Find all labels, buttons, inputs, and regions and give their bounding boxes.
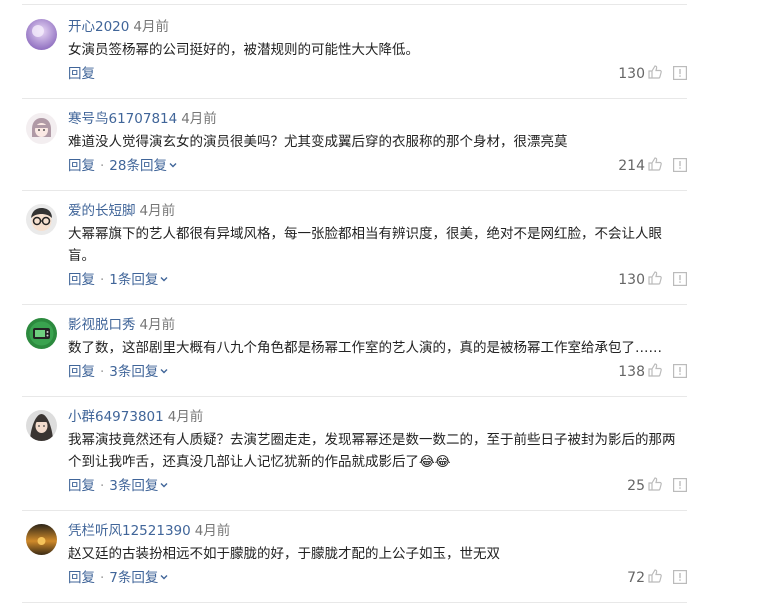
reply-button[interactable]: 回复: [68, 478, 95, 494]
username-link[interactable]: 爱的长短脚: [68, 203, 136, 219]
expand-replies-button[interactable]: 28条回复: [109, 158, 178, 174]
comment-text: 赵又廷的古装扮相远不如于朦胧的好，于朦胧才配的上公子如玉，世无双: [68, 546, 500, 562]
comment-stats: 214: [618, 156, 688, 176]
thumbs-up-icon[interactable]: [647, 64, 663, 84]
comment-text: 数了数，这部剧里大概有八九个角色都是杨幂工作室的艺人演的，真的是被杨幂工作室给承…: [68, 340, 662, 356]
thumbs-up-icon[interactable]: [647, 156, 663, 176]
exclamation-box-icon[interactable]: [673, 363, 688, 382]
comment-text: 大幂幂旗下的艺人都很有异域风格，每一张脸都相当有辨识度，很美，绝对不是网红脸，不…: [68, 226, 662, 264]
comment-meta: 开心2020 4月前: [68, 18, 169, 36]
chevron-down-icon: [168, 157, 178, 175]
comment-stats: 130: [618, 64, 688, 84]
comment-meta: 影视脱口秀 4月前: [68, 316, 175, 334]
comment-item: 寒号鸟61707814 4月前 难道没人觉得演玄女的演员很美吗？尤其变成翼后穿的衣…: [22, 98, 688, 191]
username-link[interactable]: 凭栏听风12521390: [68, 523, 191, 539]
avatar[interactable]: [26, 204, 57, 235]
comment-text: 难道没人觉得演玄女的演员很美吗？尤其变成翼后穿的衣服称的那个身材，很漂亮莫: [68, 134, 568, 150]
comment-item: 影视脱口秀 4月前 数了数，这部剧里大概有八九个角色都是杨幂工作室的艺人演的，真的…: [22, 304, 688, 397]
username-link[interactable]: 小群64973801: [68, 409, 164, 425]
chevron-down-icon: [159, 363, 169, 381]
comment-meta: 爱的长短脚 4月前: [68, 202, 175, 220]
reply-button[interactable]: 回复: [68, 272, 95, 288]
comment-meta: 小群64973801 4月前: [68, 408, 203, 426]
thumbs-up-icon[interactable]: [647, 362, 663, 382]
comment-time: 4月前: [133, 19, 169, 35]
comment-time: 4月前: [181, 111, 217, 127]
chevron-down-icon: [159, 569, 169, 587]
exclamation-box-icon[interactable]: [673, 271, 688, 290]
comment-stats: 138: [618, 362, 688, 382]
chevron-down-icon: [159, 477, 169, 495]
reply-button[interactable]: 回复: [68, 66, 95, 82]
comment-actions: 回复 · 7条回复: [68, 569, 169, 587]
like-count: 130: [618, 272, 645, 288]
reply-button[interactable]: 回复: [68, 570, 95, 586]
comment-actions: 回复 · 28条回复: [68, 157, 178, 175]
exclamation-box-icon[interactable]: [673, 65, 688, 84]
comment-meta: 凭栏听风12521390 4月前: [68, 522, 230, 540]
reply-count: 3条回复: [109, 478, 159, 494]
comment-actions: 回复 · 3条回复: [68, 363, 169, 381]
reply-count: 28条回复: [109, 158, 167, 174]
avatar[interactable]: [26, 524, 57, 555]
expand-replies-button[interactable]: 7条回复: [109, 570, 169, 586]
expand-replies-button[interactable]: 3条回复: [109, 478, 169, 494]
comment-item: 小群64973801 4月前 我幂演技竟然还有人质疑？去演艺圈走走，发现幂幂还是数…: [22, 396, 688, 511]
comment-time: 4月前: [139, 203, 176, 219]
reply-button[interactable]: 回复: [68, 364, 95, 380]
reply-button[interactable]: 回复: [68, 158, 95, 174]
like-count: 72: [627, 570, 645, 586]
reply-count: 7条回复: [109, 570, 159, 586]
comment-actions: 回复 · 1条回复: [68, 271, 169, 289]
avatar[interactable]: [26, 113, 57, 144]
comment-time: 4月前: [194, 523, 231, 539]
comment-item: 凭栏听风12521390 4月前 赵又廷的古装扮相远不如于朦胧的好，于朦胧才配的上…: [22, 510, 688, 603]
comment-actions: 回复: [68, 65, 95, 83]
like-count: 214: [618, 158, 645, 174]
like-count: 25: [627, 478, 645, 494]
comment-text: 我幂演技竟然还有人质疑？去演艺圈走走，发现幂幂还是数一数二的，至于前些日子被封为…: [68, 432, 676, 470]
expand-replies-button[interactable]: 3条回复: [109, 364, 169, 380]
username-link[interactable]: 寒号鸟61707814: [68, 111, 177, 127]
chevron-down-icon: [159, 271, 169, 289]
avatar[interactable]: [26, 410, 57, 441]
comment-stats: 72: [627, 568, 688, 588]
reply-count: 1条回复: [109, 272, 159, 288]
comment-meta: 寒号鸟61707814 4月前: [68, 110, 217, 128]
like-count: 138: [618, 364, 645, 380]
thumbs-up-icon[interactable]: [647, 270, 663, 290]
comment-time: 4月前: [167, 409, 204, 425]
reply-count: 3条回复: [109, 364, 159, 380]
exclamation-box-icon[interactable]: [673, 157, 688, 176]
username-link[interactable]: 开心2020: [68, 19, 129, 35]
comment-item: 开心2020 4月前 女演员签杨幂的公司挺好的，被潜规则的可能性大大降低。 回复 …: [22, 4, 688, 99]
expand-replies-button[interactable]: 1条回复: [109, 272, 169, 288]
exclamation-box-icon[interactable]: [673, 477, 688, 496]
thumbs-up-icon[interactable]: [647, 476, 663, 496]
comment-item: 爱的长短脚 4月前 大幂幂旗下的艺人都很有异域风格，每一张脸都相当有辨识度，很美，…: [22, 190, 688, 305]
comment-text: 女演员签杨幂的公司挺好的，被潜规则的可能性大大降低。: [68, 42, 419, 58]
exclamation-box-icon[interactable]: [673, 569, 688, 588]
like-count: 130: [618, 66, 645, 82]
avatar[interactable]: [26, 318, 57, 349]
thumbs-up-icon[interactable]: [647, 568, 663, 588]
username-link[interactable]: 影视脱口秀: [68, 317, 136, 333]
avatar[interactable]: [26, 19, 57, 50]
comment-stats: 130: [618, 270, 688, 290]
comment-time: 4月前: [139, 317, 176, 333]
comment-stats: 25: [627, 476, 688, 496]
comment-actions: 回复 · 3条回复: [68, 477, 169, 495]
